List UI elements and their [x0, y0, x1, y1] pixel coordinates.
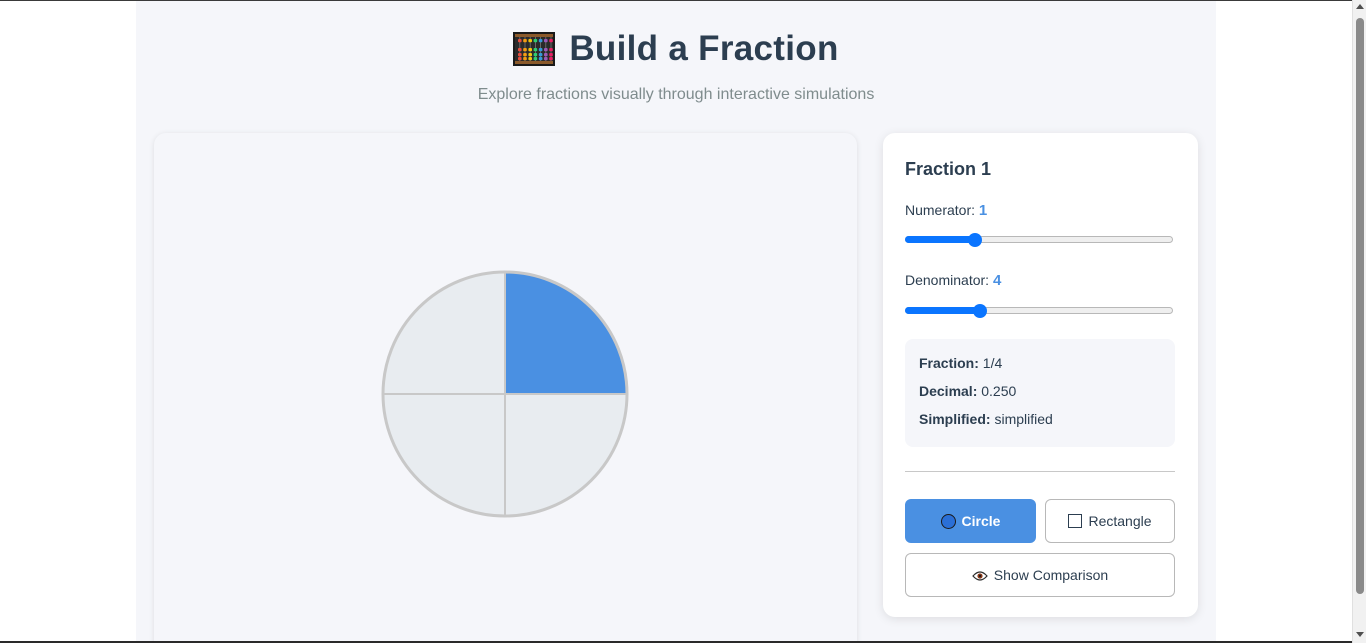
- show-comparison-button[interactable]: Show Comparison: [905, 553, 1175, 597]
- numerator-slider-fill: [905, 236, 975, 243]
- abacus-bead: [533, 57, 538, 61]
- page-title: Build a Fraction: [569, 29, 839, 68]
- simplified-info-label: Simplified:: [919, 411, 991, 427]
- denominator-slider[interactable]: [905, 304, 1175, 318]
- abacus-bead: [518, 57, 522, 61]
- title-row: Build a Fraction: [136, 27, 1216, 71]
- abacus-bead: [544, 57, 548, 61]
- denominator-value: 4: [992, 272, 1002, 289]
- abacus-icon: [513, 32, 556, 66]
- circle-button-label: Circle: [961, 513, 1001, 529]
- abacus-bead: [539, 48, 543, 52]
- pie-slice-empty[interactable]: [381, 270, 506, 395]
- scroll-down-arrow-icon[interactable]: [1356, 632, 1364, 637]
- abacus-bead: [544, 48, 548, 52]
- abacus-bead: [523, 48, 528, 52]
- denominator-label-text: Denominator:: [905, 272, 990, 288]
- simplified-info-value: simplified: [994, 411, 1053, 427]
- abacus-bead: [528, 48, 533, 52]
- numerator-label: Numerator: 1: [905, 202, 987, 219]
- abacus-bead: [549, 57, 554, 61]
- simplified-info-line: Simplified: simplified: [919, 409, 1161, 437]
- numerator-slider-thumb[interactable]: [967, 233, 982, 247]
- pie-slice-empty[interactable]: [504, 393, 629, 518]
- abacus-bead: [523, 39, 528, 43]
- header: Build a Fraction Explore fractions visua…: [136, 27, 1216, 104]
- compare-button-label: Show Comparison: [993, 567, 1109, 583]
- square-icon: [1068, 514, 1083, 528]
- fraction-pie[interactable]: [380, 269, 630, 519]
- rectangle-button-label: Rectangle: [1088, 513, 1152, 529]
- abacus-bead: [518, 48, 522, 52]
- abacus-bead: [539, 53, 543, 57]
- scroll-up-arrow-icon[interactable]: [1356, 4, 1364, 9]
- abacus-bead: [528, 39, 533, 43]
- decimal-info-label: Decimal:: [919, 383, 978, 399]
- denominator-slider-fill: [905, 307, 981, 314]
- numerator-label-text: Numerator:: [905, 202, 976, 218]
- eye-icon: [971, 569, 988, 581]
- page-subtitle: Explore fractions visually through inter…: [477, 86, 875, 103]
- abacus-bead: [544, 39, 548, 43]
- abacus-bead: [523, 57, 528, 61]
- fraction-info-label: Fraction:: [919, 355, 979, 371]
- abacus-bead: [533, 39, 538, 43]
- abacus-bead: [533, 53, 538, 57]
- denominator-slider-thumb[interactable]: [973, 304, 988, 318]
- fraction-visual-card: [154, 133, 857, 643]
- abacus-bead: [523, 53, 528, 57]
- numerator-slider[interactable]: [905, 233, 1175, 247]
- abacus-bead: [518, 53, 522, 57]
- decimal-info-value: 0.250: [981, 383, 1017, 399]
- rectangle-shape-button[interactable]: Rectangle: [1045, 499, 1175, 543]
- abacus-bead: [533, 48, 538, 52]
- vertical-scrollbar[interactable]: [1352, 0, 1366, 643]
- fraction-info-box: Fraction: 1/4 Decimal: 0.250 Simplified:…: [905, 339, 1175, 447]
- circle-icon: [940, 513, 956, 529]
- abacus-bead: [549, 39, 554, 43]
- circle-shape-button[interactable]: Circle: [905, 499, 1036, 543]
- panel-title: Fraction 1: [905, 159, 992, 179]
- denominator-label: Denominator: 4: [905, 272, 1001, 289]
- abacus-bead: [528, 57, 533, 61]
- abacus-bead: [539, 39, 543, 43]
- numerator-value: 1: [978, 202, 988, 219]
- pie-slice-filled[interactable]: [504, 270, 629, 395]
- abacus-bead: [549, 48, 554, 52]
- abacus-bead: [544, 53, 548, 57]
- abacus-bead: [528, 53, 533, 57]
- app-page: Build a Fraction Explore fractions visua…: [136, 1, 1216, 643]
- control-panel: Fraction 1 Numerator: 1 Denominator: 4 F…: [883, 133, 1198, 617]
- panel-divider: [905, 471, 1175, 472]
- abacus-bead: [549, 53, 554, 57]
- fraction-info-value: 1/4: [982, 355, 1003, 371]
- decimal-info-line: Decimal: 0.250: [919, 381, 1161, 409]
- abacus-bead: [539, 57, 543, 61]
- fraction-info-line: Fraction: 1/4: [919, 353, 1161, 381]
- pie-slice-empty[interactable]: [381, 393, 506, 518]
- scrollbar-thumb[interactable]: [1356, 18, 1364, 594]
- abacus-bead: [518, 39, 522, 43]
